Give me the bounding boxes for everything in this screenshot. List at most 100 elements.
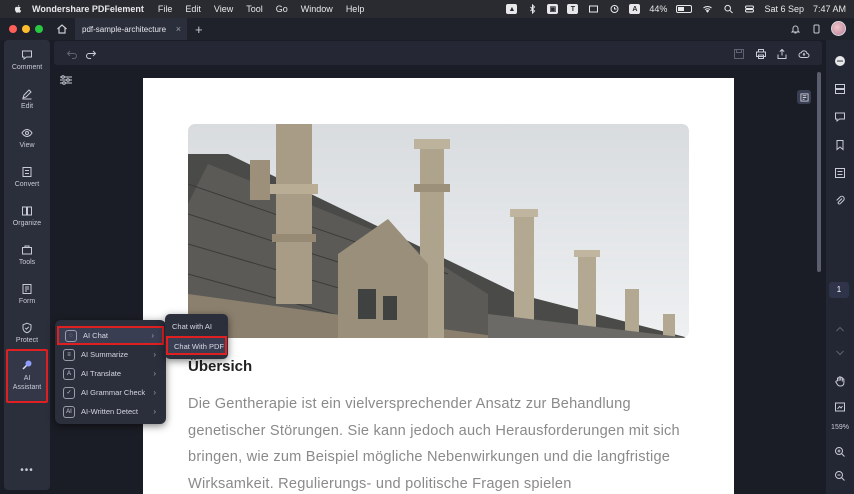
sidebar-item-form[interactable]: Form (4, 283, 50, 305)
section-heading: Übersich (188, 358, 253, 375)
text-status-icon[interactable]: T (567, 4, 579, 14)
menu-label-ai-chat: AI Chat (83, 331, 109, 340)
hand-tool-icon[interactable] (834, 374, 846, 387)
mobile-device-icon[interactable] (810, 24, 822, 34)
sidebar-item-view[interactable]: View (4, 127, 50, 149)
bookmark-icon[interactable] (834, 138, 846, 151)
next-page-icon[interactable] (834, 346, 846, 358)
menu-item-chat-with-pdf[interactable]: Chat With PDF (166, 336, 227, 355)
menubar-time[interactable]: 7:47 AM (813, 4, 846, 14)
save-icon[interactable] (733, 47, 745, 59)
menu-item-ai-summarize[interactable]: ≡ AI Summarize › (57, 345, 164, 364)
chevron-right-icon: › (153, 350, 156, 359)
print-icon[interactable] (755, 47, 767, 59)
menu-item-ai-grammar-check[interactable]: ✓ AI Grammar Check › (57, 383, 164, 402)
image-status-icon[interactable]: ▣ (547, 4, 559, 14)
control-center-icon[interactable] (743, 4, 755, 14)
ai-chat-flyout: Chat with AI Chat With PDF (165, 314, 228, 359)
sidebar-item-comment[interactable]: Comment (4, 49, 50, 71)
eye-icon (21, 127, 33, 139)
comments-panel-icon[interactable] (834, 110, 846, 123)
sidebar-label-convert: Convert (14, 181, 40, 188)
attachment-icon[interactable] (834, 194, 846, 206)
menu-label-ai-written-detect: AI-Written Detect (81, 407, 138, 416)
convert-icon (21, 166, 33, 178)
shield-icon (21, 322, 33, 334)
sidebar-item-ai-assistant[interactable]: AI Assistant (6, 349, 48, 403)
menu-go[interactable]: Go (276, 4, 288, 14)
more-options-icon[interactable]: ••• (4, 465, 50, 476)
undo-icon[interactable] (66, 47, 78, 59)
menu-item-ai-translate[interactable]: A AI Translate › (57, 364, 164, 383)
sidebar-item-protect[interactable]: Protect (4, 322, 50, 344)
menu-item-ai-chat[interactable]: ◌ AI Chat › (57, 326, 164, 345)
cloud-upload-icon[interactable] (798, 47, 810, 59)
sidebar-item-edit[interactable]: Edit (4, 88, 50, 110)
battery-icon[interactable] (676, 5, 693, 13)
fit-page-icon[interactable] (834, 400, 846, 412)
menu-view[interactable]: View (214, 4, 233, 14)
ai-summarize-icon: ≡ (63, 348, 75, 361)
time-machine-icon[interactable] (608, 4, 620, 14)
home-icon[interactable] (55, 22, 69, 36)
menu-label-ai-grammar-check: AI Grammar Check (81, 388, 146, 397)
notification-bell-icon[interactable] (789, 24, 801, 34)
menubar-date[interactable]: Sat 6 Sep (764, 4, 804, 14)
sidebar-item-tools[interactable]: Tools (4, 244, 50, 266)
menu-item-ai-written-detect[interactable]: AI AI-Written Detect › (57, 402, 164, 421)
filter-settings-icon[interactable] (58, 73, 74, 87)
close-tab-icon[interactable]: × (176, 24, 181, 34)
word-count-icon[interactable] (797, 90, 811, 104)
search-icon[interactable] (722, 4, 734, 14)
ai-assistant-content: AI Assistant (8, 359, 46, 392)
new-tab-button[interactable]: + (195, 22, 203, 37)
previous-page-icon[interactable] (834, 322, 846, 334)
ai-chat-bubble-icon[interactable] (834, 54, 846, 66)
menu-file[interactable]: File (158, 4, 173, 14)
sidebar-item-convert[interactable]: Convert (4, 166, 50, 188)
tab-document[interactable]: pdf-sample-architecture × (75, 18, 187, 40)
menu-tool[interactable]: Tool (246, 4, 263, 14)
minimize-window-button[interactable] (22, 25, 30, 33)
zoom-out-icon[interactable] (834, 469, 846, 481)
ai-written-detect-icon: AI (63, 405, 75, 418)
apple-icon[interactable] (12, 3, 24, 15)
chevron-right-icon: › (153, 369, 156, 378)
zoom-in-icon[interactable] (834, 445, 846, 457)
ai-chat-icon: ◌ (65, 329, 77, 342)
close-window-button[interactable] (9, 25, 17, 33)
properties-icon[interactable] (834, 166, 846, 178)
menu-edit[interactable]: Edit (185, 4, 201, 14)
share-icon[interactable] (776, 47, 788, 59)
menu-help[interactable]: Help (346, 4, 365, 14)
form-icon (21, 283, 33, 295)
bluetooth-icon[interactable] (526, 4, 538, 14)
thumbnails-icon[interactable] (834, 82, 846, 94)
zoom-level[interactable]: 159% (826, 424, 854, 431)
menu-label-ai-translate: AI Translate (81, 369, 122, 378)
menu-item-chat-with-ai[interactable]: Chat with AI (166, 318, 227, 337)
sidebar-label-organize: Organize (12, 220, 42, 227)
organize-icon (21, 205, 33, 217)
app-name-menu[interactable]: Wondershare PDFelement (32, 4, 144, 14)
chevron-right-icon: › (151, 331, 154, 340)
user-avatar[interactable] (831, 21, 846, 36)
vertical-scrollbar[interactable] (817, 72, 821, 272)
chevron-right-icon: › (153, 407, 156, 416)
status-app-icon[interactable]: ▲ (506, 4, 518, 14)
wifi-icon[interactable] (701, 4, 713, 14)
page-number-field[interactable]: 1 (829, 282, 849, 298)
maximize-window-button[interactable] (35, 25, 43, 33)
sidebar-label-edit: Edit (20, 103, 34, 110)
architecture-photo (188, 124, 689, 338)
pdf-page[interactable]: Übersich Die Gentherapie ist ein vielver… (143, 78, 734, 494)
sidebar-item-organize[interactable]: Organize (4, 205, 50, 227)
redo-icon[interactable] (85, 47, 97, 59)
menubar-status-area: ▲ ▣ T A 44% Sat 6 Sep 7:47 AM (506, 0, 846, 18)
input-source-badge[interactable]: A (629, 4, 641, 14)
menu-window[interactable]: Window (301, 4, 333, 14)
battery-percent: 44% (649, 4, 668, 14)
tab-title: pdf-sample-architecture (82, 24, 167, 34)
sidebar-label-protect: Protect (15, 337, 39, 344)
keyboard-icon[interactable] (587, 4, 599, 14)
